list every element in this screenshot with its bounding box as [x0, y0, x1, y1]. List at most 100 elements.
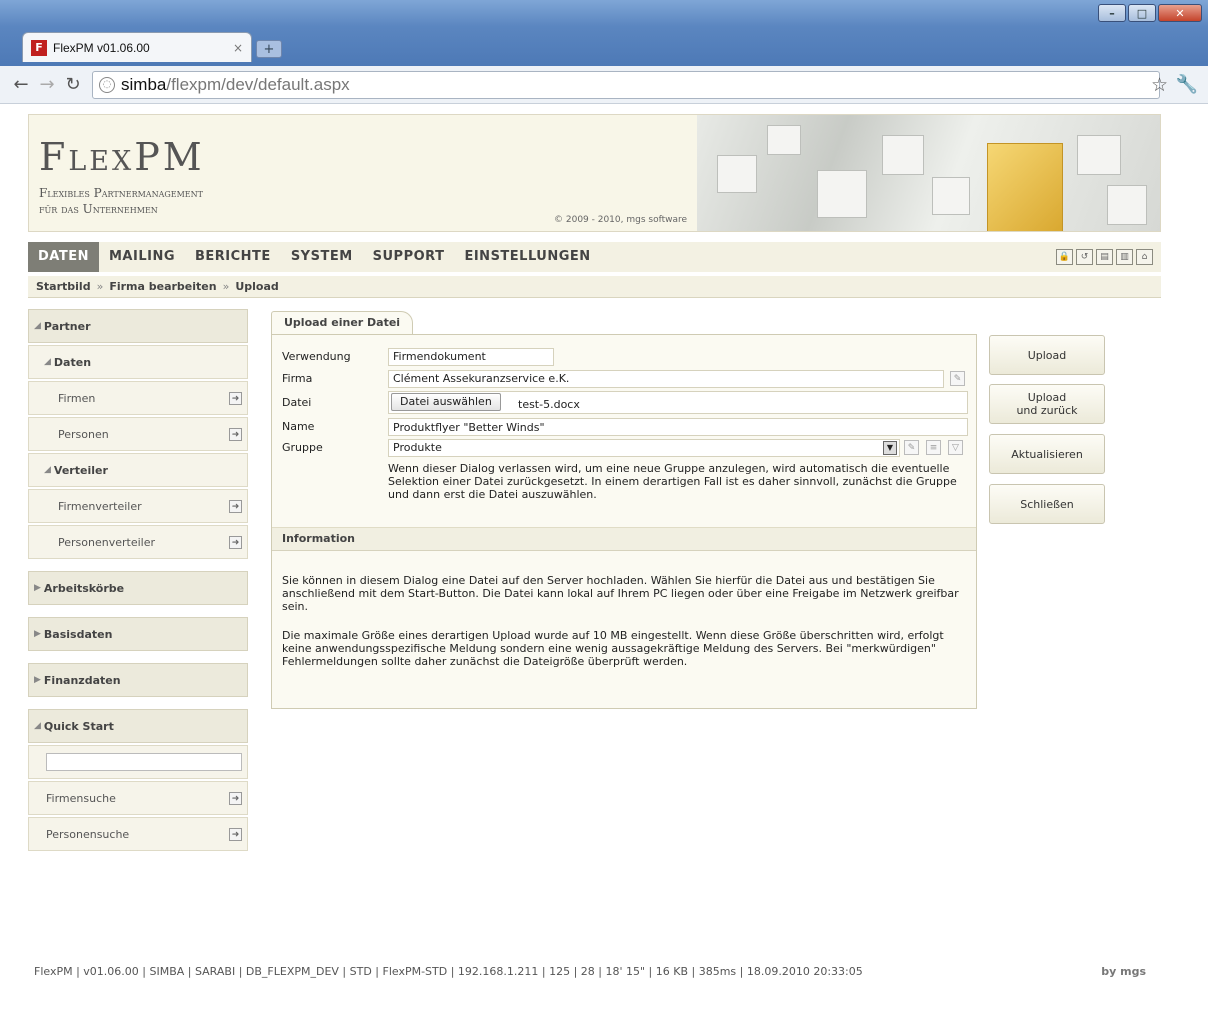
menu-daten[interactable]: DATEN: [28, 242, 99, 272]
status-footer: FlexPM | v01.06.00 | SIMBA | SARABI | DB…: [34, 965, 1146, 978]
breadcrumb-startbild[interactable]: Startbild: [36, 280, 91, 293]
url-host: simba: [121, 74, 167, 94]
main-menu: DATEN MAILING BERICHTE SYSTEM SUPPORT EI…: [28, 242, 1161, 272]
upload-dialog: Verwendung Firmendokument Firma Clément …: [271, 334, 977, 709]
sidebar-item-personensuche[interactable]: Personensuche ➜: [28, 817, 248, 851]
upload-and-back-button[interactable]: Upload und zurück: [989, 384, 1105, 424]
quickstart-search-input[interactable]: [46, 753, 242, 771]
gruppe-hint-text: Wenn dieser Dialog verlassen wird, um ei…: [388, 462, 957, 501]
tagline-line2: für das Unternehmen: [39, 202, 158, 216]
info-paragraph-2: Die maximale Größe eines derartigen Uplo…: [282, 629, 944, 668]
sidebar-group-verteiler[interactable]: ◢ Verteiler: [28, 453, 248, 487]
tab-title: FlexPM v01.06.00: [53, 40, 150, 55]
sidebar-item-label: Firmensuche: [46, 791, 116, 805]
label-datei: Datei: [282, 396, 312, 409]
sidebar-section-finanzdaten[interactable]: ▶ Finanzdaten: [28, 663, 248, 697]
reload-icon[interactable]: ↻: [60, 74, 86, 95]
close-button[interactable]: Schließen: [989, 484, 1105, 524]
app-header: FlexPM Flexibles Partnermanagement für d…: [28, 114, 1161, 232]
open-arrow-icon[interactable]: ➜: [229, 828, 242, 841]
open-arrow-icon[interactable]: ➜: [229, 792, 242, 805]
edit-firma-icon[interactable]: ✎: [950, 371, 965, 386]
home-icon[interactable]: ⌂: [1136, 249, 1153, 265]
breadcrumb-separator: »: [96, 280, 104, 293]
bookmark-star-icon[interactable]: ☆: [1151, 74, 1168, 96]
tagline-line1: Flexibles Partnermanagement: [39, 186, 203, 200]
menu-support[interactable]: SUPPORT: [363, 242, 455, 272]
forward-arrow-icon[interactable]: →: [34, 74, 60, 95]
label-firma: Firma: [282, 372, 313, 385]
wrench-icon[interactable]: 🔧: [1176, 74, 1198, 95]
breadcrumb-upload: Upload: [235, 280, 279, 293]
field-name[interactable]: [388, 418, 968, 436]
open-arrow-icon[interactable]: ➜: [229, 392, 242, 405]
open-arrow-icon[interactable]: ➜: [229, 500, 242, 513]
sidebar-section-label: Basisdaten: [43, 627, 113, 641]
open-arrow-icon[interactable]: ➜: [229, 428, 242, 441]
sidebar-item-label: Firmen: [58, 391, 96, 405]
choose-file-button[interactable]: Datei auswählen: [391, 393, 501, 411]
sidebar-item-personen[interactable]: Personen ➜: [28, 417, 248, 451]
refresh-button[interactable]: Aktualisieren: [989, 434, 1105, 474]
sidebar-group-daten[interactable]: ◢ Daten: [28, 345, 248, 379]
sidebar-section-basisdaten[interactable]: ▶ Basisdaten: [28, 617, 248, 651]
breadcrumb-separator: »: [222, 280, 230, 293]
select-gruppe[interactable]: Produkte ▼: [388, 439, 900, 457]
breadcrumb-firma-bearbeiten[interactable]: Firma bearbeiten: [109, 280, 216, 293]
browser-tab[interactable]: F FlexPM v01.06.00 ×: [22, 32, 252, 62]
footer-by-mgs[interactable]: by mgs: [1101, 965, 1146, 978]
menu-berichte[interactable]: BERICHTE: [185, 242, 281, 272]
info-paragraph-1: Sie können in diesem Dialog eine Datei a…: [282, 574, 959, 613]
sidebar: ◢ Partner ◢ Daten Firmen ➜ Personen ➜ ◢ Verte…: [28, 309, 248, 853]
select-gruppe-value: Produkte: [393, 441, 442, 454]
edit-gruppe-icon[interactable]: ✎: [904, 440, 919, 455]
sidebar-item-label: Firmenverteiler: [58, 499, 142, 513]
quickstart-search-row: [28, 745, 248, 779]
minimize-button[interactable]: –: [1098, 4, 1126, 22]
window-controls: – □ ✕: [1098, 4, 1202, 22]
lock-icon[interactable]: 🔒: [1056, 249, 1073, 265]
back-arrow-icon[interactable]: ←: [8, 74, 34, 95]
sidebar-item-label: Personen: [58, 427, 109, 441]
flexpm-favicon-icon: F: [31, 39, 47, 56]
filter-gruppe-icon[interactable]: ▽: [948, 440, 963, 455]
layout-icon[interactable]: ▤: [1096, 249, 1113, 265]
sidebar-item-personenverteiler[interactable]: Personenverteiler ➜: [28, 525, 248, 559]
sidebar-item-firmen[interactable]: Firmen ➜: [28, 381, 248, 415]
url-path: /flexpm/dev/default.aspx: [166, 74, 350, 94]
menu-mailing[interactable]: MAILING: [99, 242, 185, 272]
tab-close-icon[interactable]: ×: [233, 41, 243, 55]
list-gruppe-icon[interactable]: ≡: [926, 440, 941, 455]
window-icon[interactable]: ▥: [1116, 249, 1133, 265]
sidebar-item-firmensuche[interactable]: Firmensuche ➜: [28, 781, 248, 815]
address-bar[interactable]: ◌ simba/flexpm/dev/default.aspx: [92, 70, 1160, 99]
expand-triangle-icon: ▶: [34, 629, 41, 639]
tab-upload-einer-datei[interactable]: Upload einer Datei: [271, 311, 414, 335]
chevron-down-icon[interactable]: ▼: [883, 441, 897, 455]
field-firma: Clément Assekuranzservice e.K.: [388, 370, 944, 388]
sidebar-section-partner[interactable]: ◢ Partner: [28, 309, 248, 343]
menu-system[interactable]: SYSTEM: [281, 242, 363, 272]
close-window-button[interactable]: ✕: [1158, 4, 1202, 22]
sidebar-item-label: Personensuche: [46, 827, 130, 841]
sidebar-section-label: Quick Start: [43, 719, 114, 733]
maximize-button[interactable]: □: [1128, 4, 1156, 22]
sidebar-group-label: Verteiler: [53, 463, 108, 477]
collapse-triangle-icon: ◢: [44, 465, 51, 475]
collapse-triangle-icon: ◢: [44, 357, 51, 367]
sidebar-item-firmenverteiler[interactable]: Firmenverteiler ➜: [28, 489, 248, 523]
label-gruppe: Gruppe: [282, 441, 323, 454]
new-tab-button[interactable]: +: [256, 40, 282, 58]
sidebar-section-arbeitskoerbe[interactable]: ▶ Arbeitskörbe: [28, 571, 248, 605]
status-text: FlexPM | v01.06.00 | SIMBA | SARABI | DB…: [34, 965, 863, 978]
menu-einstellungen[interactable]: EINSTELLUNGEN: [454, 242, 600, 272]
upload-button[interactable]: Upload: [989, 335, 1105, 375]
sidebar-section-quickstart[interactable]: ◢ Quick Start: [28, 709, 248, 743]
refresh-icon[interactable]: ↺: [1076, 249, 1093, 265]
app-logo: FlexPM: [39, 135, 205, 179]
url-text: simba/flexpm/dev/default.aspx: [121, 75, 350, 95]
sidebar-section-label: Finanzdaten: [43, 673, 121, 687]
collapse-triangle-icon: ◢: [34, 721, 41, 731]
open-arrow-icon[interactable]: ➜: [229, 536, 242, 549]
collapse-triangle-icon: ◢: [34, 321, 41, 331]
